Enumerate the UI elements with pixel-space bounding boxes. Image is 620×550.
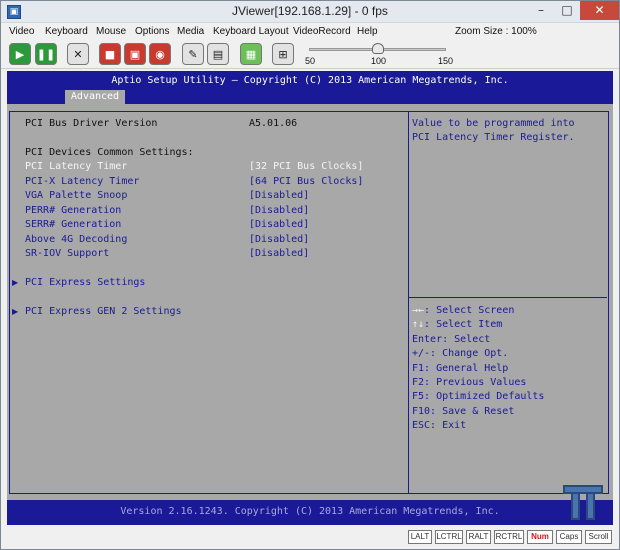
menu-bar: Video Keyboard Mouse Options Media Keybo…: [1, 23, 619, 41]
menu-mouse[interactable]: Mouse: [96, 26, 126, 37]
keyboard-icon[interactable]: ▤: [207, 43, 229, 65]
submenu-pci-express-settings[interactable]: PCI Express Settings: [25, 277, 145, 288]
title-bar: ▣ JViewer[192.168.1.29] - 0 fps – □ ✕: [1, 1, 619, 23]
zoom-size-label: Zoom Size : 100%: [455, 26, 537, 37]
zoom-scale-min: 50: [305, 56, 316, 66]
setting-vga-palette-snoop[interactable]: VGA Palette Snoop: [25, 190, 127, 201]
help-divider: [409, 297, 607, 298]
value-perr-generation[interactable]: [Disabled]: [249, 205, 309, 216]
driver-version-value: A5.01.06: [249, 118, 298, 129]
minimize-button[interactable]: –: [528, 1, 554, 20]
submenu-pci-express-gen2-settings[interactable]: PCI Express GEN 2 Settings: [25, 306, 182, 317]
record-icon[interactable]: ■: [99, 43, 121, 65]
menu-options[interactable]: Options: [135, 26, 169, 37]
caps-lock-indicator[interactable]: Caps: [556, 530, 582, 544]
menu-keyboard[interactable]: Keyboard: [45, 26, 88, 37]
value-serr-generation[interactable]: [Disabled]: [249, 219, 309, 230]
panel-divider: [408, 111, 409, 494]
watermark-logo-icon: [563, 485, 603, 520]
bios-screen[interactable]: Aptio Setup Utility – Copyright (C) 2013…: [7, 71, 613, 525]
setting-pci-latency-timer[interactable]: PCI Latency Timer: [25, 161, 127, 172]
hard-disk-icon[interactable]: ▦: [240, 43, 262, 65]
network-icon[interactable]: ⊞: [272, 43, 294, 65]
zoom-scale-max: 150: [438, 56, 454, 66]
bios-footer: Version 2.16.1243. Copyright (C) 2013 Am…: [7, 500, 613, 525]
key-hint: F1: General Help: [412, 363, 509, 374]
menu-video[interactable]: Video: [9, 26, 34, 37]
driver-version-label: PCI Bus Driver Version: [25, 118, 158, 129]
value-pci-x-latency-timer[interactable]: [64 PCI Bus Clocks]: [249, 176, 363, 187]
bios-header: Aptio Setup Utility – Copyright (C) 2013…: [7, 71, 613, 104]
bios-header-title: Aptio Setup Utility – Copyright (C) 2013…: [111, 75, 509, 86]
close-button[interactable]: ✕: [580, 1, 619, 20]
menu-media[interactable]: Media: [177, 26, 204, 37]
section-heading: PCI Devices Common Settings:: [25, 147, 194, 158]
value-pci-latency-timer[interactable]: [32 PCI Bus Clocks]: [249, 161, 363, 172]
submenu-arrow-icon: ▶: [12, 278, 19, 287]
value-above-4g-decoding[interactable]: [Disabled]: [249, 234, 309, 245]
full-screen-icon[interactable]: ✕: [67, 43, 89, 65]
key-hint: ↑↓: Select Item: [412, 319, 503, 330]
status-bar: LALT LCTRL RALT RCTRL Num Caps Scroll: [1, 527, 619, 549]
jviewer-window: ▣ JViewer[192.168.1.29] - 0 fps – □ ✕ Vi…: [0, 0, 620, 550]
menu-help[interactable]: Help: [357, 26, 378, 37]
maximize-button[interactable]: □: [554, 1, 580, 20]
pause-icon[interactable]: ❚❚: [35, 43, 57, 65]
cd-icon[interactable]: ◉: [149, 43, 171, 65]
usb-icon[interactable]: ✎: [182, 43, 204, 65]
zoom-scale-mid: 100: [371, 56, 387, 66]
ralt-indicator[interactable]: RALT: [466, 530, 491, 544]
key-hint: F5: Optimized Defaults: [412, 391, 545, 402]
menu-keyboard-layout[interactable]: Keyboard Layout: [213, 26, 289, 37]
setting-sr-iov-support[interactable]: SR-IOV Support: [25, 248, 109, 259]
lctrl-indicator[interactable]: LCTRL: [435, 530, 463, 544]
setting-perr-generation[interactable]: PERR# Generation: [25, 205, 121, 216]
key-hint: F2: Previous Values: [412, 377, 527, 388]
rctrl-indicator[interactable]: RCTRL: [494, 530, 524, 544]
num-lock-indicator[interactable]: Num: [527, 530, 553, 544]
bios-version-text: Version 2.16.1243. Copyright (C) 2013 Am…: [120, 506, 500, 517]
help-line: Value to be programmed into: [412, 118, 575, 129]
submenu-arrow-icon: ▶: [12, 307, 19, 316]
menu-videorecord[interactable]: VideoRecord: [293, 26, 351, 37]
play-icon[interactable]: ▶: [9, 43, 31, 65]
key-hint: F10: Save & Reset: [412, 406, 515, 417]
setting-above-4g-decoding[interactable]: Above 4G Decoding: [25, 234, 127, 245]
value-sr-iov-support[interactable]: [Disabled]: [249, 248, 309, 259]
key-hint: +/-: Change Opt.: [412, 348, 509, 359]
toolbar: ▶ ❚❚ ✕ ■ ▣ ◉ ✎ ▤ ▦ ⊞ 50 100 150: [1, 41, 619, 69]
setting-pci-x-latency-timer[interactable]: PCI-X Latency Timer: [25, 176, 139, 187]
tab-advanced[interactable]: Advanced: [65, 90, 125, 104]
save-icon[interactable]: ▣: [124, 43, 146, 65]
zoom-slider-thumb[interactable]: [372, 43, 384, 54]
value-vga-palette-snoop[interactable]: [Disabled]: [249, 190, 309, 201]
window-title: JViewer[192.168.1.29] - 0 fps: [232, 4, 388, 18]
scroll-lock-indicator[interactable]: Scroll: [585, 530, 612, 544]
setting-serr-generation[interactable]: SERR# Generation: [25, 219, 121, 230]
key-hint: ESC: Exit: [412, 420, 467, 431]
help-line: PCI Latency Timer Register.: [412, 132, 575, 143]
key-hint: Enter: Select: [412, 334, 491, 345]
lalt-indicator[interactable]: LALT: [408, 530, 432, 544]
key-hint: →←: Select Screen: [412, 305, 515, 316]
